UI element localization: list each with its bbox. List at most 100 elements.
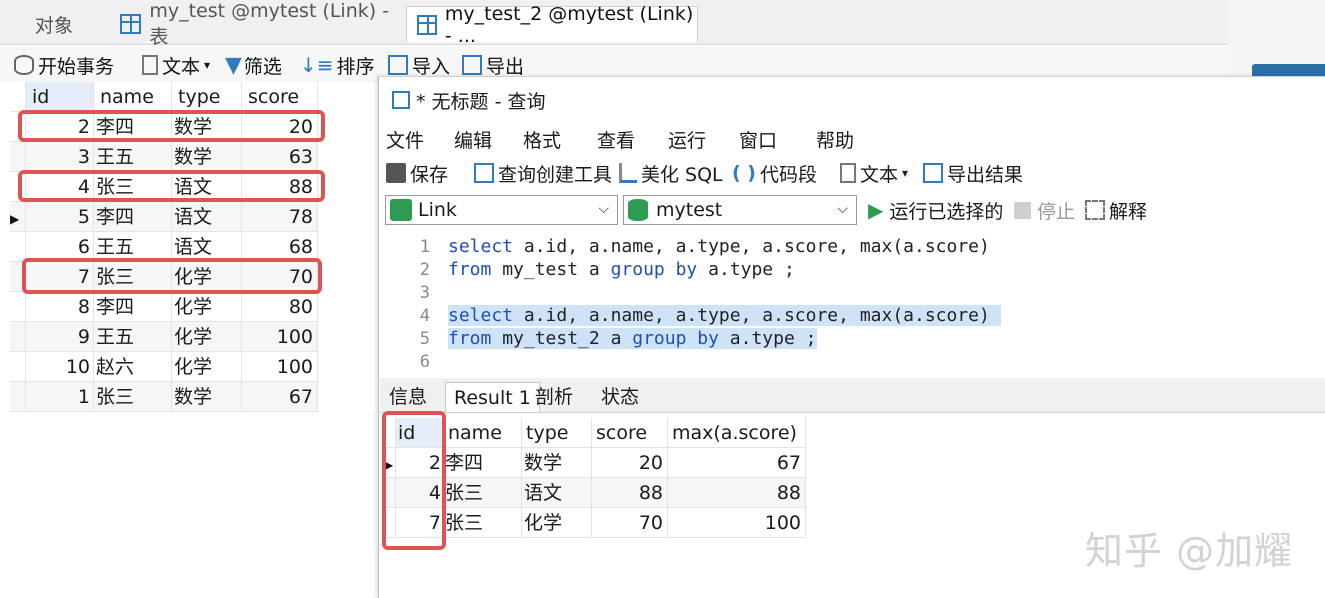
cell-score[interactable]: 88 — [592, 478, 668, 508]
cell-max-score[interactable]: 100 — [668, 508, 806, 538]
line-number: 6 — [419, 352, 430, 372]
cell-name[interactable]: 王五 — [94, 142, 172, 172]
table-icon — [120, 14, 142, 34]
line-number: 5 — [419, 329, 430, 349]
sort-button[interactable]: ↓≡ 排序 — [300, 52, 375, 78]
cell-type[interactable]: 语文 — [172, 202, 242, 232]
cell-id[interactable]: 9 — [26, 322, 94, 352]
table-row[interactable]: ▶ 5 李四 语文 78 — [10, 202, 320, 232]
run-selected-button[interactable]: ▶ 运行已选择的 — [868, 197, 1003, 223]
beautify-sql-button[interactable]: 美化 SQL — [619, 160, 723, 186]
code-line[interactable]: from my_test a group by a.type ; — [448, 259, 795, 280]
cell-id[interactable]: 3 — [26, 142, 94, 172]
tab-my-test[interactable]: my_test @mytest (Link) - 表 — [110, 0, 405, 48]
result-row[interactable]: 4 张三 语文 88 88 — [384, 478, 808, 508]
sql-text: my_test_2 a — [491, 328, 633, 349]
text-button[interactable]: 文本 ▾ — [142, 52, 210, 78]
cell-type[interactable]: 数学 — [172, 382, 242, 412]
export-button[interactable]: 导出 — [462, 52, 524, 78]
import-button[interactable]: 导入 — [388, 52, 450, 78]
cell-score[interactable]: 67 — [242, 382, 318, 412]
table-row[interactable]: 10 赵六 化学 100 — [10, 352, 320, 382]
cell-id[interactable]: 5 — [26, 202, 94, 232]
code-line[interactable]: select a.id, a.name, a.type, a.score, ma… — [448, 236, 990, 257]
tab-profile[interactable]: 剖析 — [527, 382, 581, 412]
result-row[interactable]: 7 张三 化学 70 100 — [384, 508, 808, 538]
connection-select[interactable]: Link ⌵ — [385, 195, 618, 225]
table-row[interactable]: 8 李四 化学 80 — [10, 292, 320, 322]
cell-type[interactable]: 语文 — [522, 478, 592, 508]
result-row[interactable]: ▶ 2 李四 数学 20 67 — [384, 448, 808, 478]
menu-file[interactable]: 文件 — [386, 126, 424, 152]
cell-max-score[interactable]: 67 — [668, 448, 806, 478]
menu-format[interactable]: 格式 — [523, 126, 561, 152]
cell-name[interactable]: 赵六 — [94, 352, 172, 382]
tab-objects[interactable]: 对象 — [0, 6, 108, 42]
sql-keyword: select — [448, 305, 514, 326]
database-select[interactable]: mytest ⌵ — [623, 195, 857, 225]
cell-id[interactable]: 8 — [26, 292, 94, 322]
line-number: 2 — [419, 260, 430, 280]
save-button[interactable]: 保存 — [386, 160, 448, 186]
cell-name[interactable]: 张三 — [444, 478, 522, 508]
menu-edit[interactable]: 编辑 — [454, 126, 492, 152]
cell-max-score[interactable]: 88 — [668, 478, 806, 508]
cell-name[interactable]: 王五 — [94, 322, 172, 352]
column-header-type[interactable]: type — [522, 418, 592, 448]
highlight-box — [22, 258, 322, 294]
play-icon: ▶ — [868, 198, 884, 222]
cell-score[interactable]: 78 — [242, 202, 318, 232]
stop-button[interactable]: 停止 — [1014, 197, 1075, 223]
save-icon — [386, 163, 406, 183]
cell-name[interactable]: 李四 — [444, 448, 522, 478]
column-header-score[interactable]: score — [242, 82, 318, 112]
cell-score[interactable]: 63 — [242, 142, 318, 172]
menu-window[interactable]: 窗口 — [739, 126, 777, 152]
cell-type[interactable]: 数学 — [172, 142, 242, 172]
cell-type[interactable]: 化学 — [172, 292, 242, 322]
menu-view[interactable]: 查看 — [597, 126, 635, 152]
column-header-type[interactable]: type — [172, 82, 242, 112]
cell-name[interactable]: 张三 — [444, 508, 522, 538]
cell-type[interactable]: 数学 — [522, 448, 592, 478]
cell-type[interactable]: 化学 — [522, 508, 592, 538]
menu-help[interactable]: 帮助 — [816, 126, 854, 152]
table-row[interactable]: 1 张三 数学 67 — [10, 382, 320, 412]
cell-type[interactable]: 化学 — [172, 322, 242, 352]
highlight-box — [18, 170, 325, 202]
sql-keyword: group by — [610, 259, 698, 280]
cell-name[interactable]: 李四 — [94, 292, 172, 322]
tab-result-1[interactable]: Result 1 — [445, 382, 540, 412]
cell-score[interactable]: 20 — [592, 448, 668, 478]
explain-button[interactable]: 解释 — [1085, 197, 1147, 223]
cell-id[interactable]: 10 — [26, 352, 94, 382]
tab-info[interactable]: 信息 — [381, 382, 435, 412]
cell-score[interactable]: 100 — [242, 322, 318, 352]
dropdown-arrow-icon: ▾ — [204, 58, 211, 72]
column-header-id[interactable]: id — [26, 82, 94, 112]
code-line-selected[interactable]: from my_test_2 a group by a.type ; — [448, 328, 817, 349]
table-row[interactable]: 9 王五 化学 100 — [10, 322, 320, 352]
begin-transaction-button[interactable]: 开始事务 — [14, 52, 114, 78]
column-header-max-score[interactable]: max(a.score) — [668, 418, 806, 448]
cell-score[interactable]: 100 — [242, 352, 318, 382]
table-row[interactable]: 3 王五 数学 63 — [10, 142, 320, 172]
filter-button[interactable]: ▼ 筛选 — [225, 52, 282, 78]
export-result-button[interactable]: 导出结果 — [923, 160, 1023, 186]
tab-my-test-2[interactable]: my_test_2 @mytest (Link) - ... — [406, 3, 698, 47]
tab-status[interactable]: 状态 — [593, 382, 647, 412]
query-builder-button[interactable]: 查询创建工具 — [474, 160, 612, 186]
cell-name[interactable]: 李四 — [94, 202, 172, 232]
cell-name[interactable]: 张三 — [94, 382, 172, 412]
column-header-score[interactable]: score — [592, 418, 668, 448]
text-mode-button[interactable]: 文本 ▾ — [840, 160, 908, 186]
menu-run[interactable]: 运行 — [668, 126, 706, 152]
cell-score[interactable]: 80 — [242, 292, 318, 322]
code-snippet-button[interactable]: ( ) 代码段 — [732, 160, 817, 186]
column-header-name[interactable]: name — [94, 82, 172, 112]
cell-id[interactable]: 1 — [26, 382, 94, 412]
cell-score[interactable]: 70 — [592, 508, 668, 538]
code-line-selected[interactable]: select a.id, a.name, a.type, a.score, ma… — [448, 305, 1001, 326]
column-header-name[interactable]: name — [444, 418, 522, 448]
cell-type[interactable]: 化学 — [172, 352, 242, 382]
